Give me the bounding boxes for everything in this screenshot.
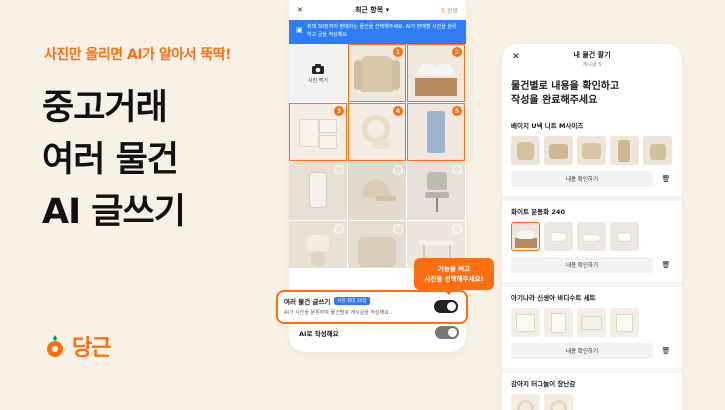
section-divider [502, 368, 682, 373]
camera-tile[interactable]: 사진 찍기 [289, 44, 347, 102]
post-section-bodysuit: 아기나라 신생아 바디수트 세트 내용 확인하기 🗑 [502, 292, 682, 359]
trash-icon[interactable]: 🗑 [659, 171, 673, 187]
close-icon[interactable]: ✕ [297, 6, 303, 14]
thumbnail[interactable] [544, 394, 573, 410]
review-heading: 물건별로 내용을 확인하고 작성을 완료해주세요 [502, 74, 682, 108]
section-divider [502, 196, 682, 201]
tooltip-callout: 기능을 켜고 사진을 선택해주세요! [414, 258, 494, 295]
multi-item-desc: AI가 사진을 분류하여 물건별로 게시글을 작성해요. [284, 310, 391, 316]
photo-limit-chip: 사진 최대 30장 [334, 297, 370, 305]
brand-name: 당근 [72, 336, 111, 361]
thumbnail[interactable] [511, 308, 540, 337]
post-thumbnails [511, 222, 673, 251]
ai-write-toggle[interactable] [435, 326, 459, 339]
photo-tile-bodysuit[interactable]: 3 [289, 103, 347, 161]
headline-line-2: 여러 물건 [42, 140, 179, 180]
review-posts-screen: ✕ 내 물건 팔기 게시글 5 물건별로 내용을 확인하고 작성을 완료해주세요… [502, 44, 682, 410]
info-banner: ▣ 최대 30장까지 판매하는 물건을 선택해주세요. AI가 판매할 사진을 … [289, 20, 466, 44]
picker-header: ✕ 최근 항목 ▾ 5 완료 [289, 0, 466, 20]
headline-line-3: AI 글쓰기 [42, 192, 186, 232]
unselected-circle [452, 165, 462, 175]
confirm-content-button[interactable]: 내용 확인하기 [511, 257, 653, 273]
photo-tile-chair[interactable] [407, 162, 465, 220]
thumbnail[interactable] [544, 308, 573, 337]
selection-badge: 2 [452, 47, 462, 57]
brand-logo: 당근 [44, 330, 111, 362]
photo-tile-sweater[interactable]: 1 [348, 44, 406, 102]
thumbnail[interactable] [511, 394, 540, 410]
confirm-content-button[interactable]: 내용 확인하기 [511, 171, 653, 187]
post-section-tug-toy: 강아지 터그놀이 장난감 [502, 378, 682, 410]
thumbnail[interactable] [577, 136, 606, 165]
unselected-circle [334, 165, 344, 175]
photo-tile-tug-toy[interactable]: 4 [348, 103, 406, 161]
thumbnail[interactable] [544, 222, 573, 251]
done-label: 완료 [446, 7, 458, 15]
tagline: 사진만 올리면 AI가 알아서 뚝딱! [44, 47, 231, 63]
unselected-circle [393, 224, 403, 234]
tooltip-line-1: 기능을 켜고 [437, 265, 471, 273]
tooltip-line-2: 사진을 선택해주세요! [424, 275, 484, 283]
photo-tile-phone[interactable] [289, 162, 347, 220]
done-count: 5 [441, 7, 446, 15]
thumbnail[interactable] [610, 222, 639, 251]
headline: 중고거래 여러 물건 AI 글쓰기 [42, 82, 186, 238]
camera-label: 사진 찍기 [308, 77, 328, 84]
review-heading-line-1: 물건별로 내용을 확인하고 [511, 81, 620, 92]
post-thumbnails [511, 136, 673, 165]
thumbnail[interactable] [577, 308, 606, 337]
photo-tile-jeans[interactable]: 5 [407, 103, 465, 161]
selection-badge: 5 [452, 106, 462, 116]
trash-icon[interactable]: 🗑 [659, 257, 673, 273]
photo-grid: 사진 찍기 1 2 3 4 5 [289, 44, 466, 279]
camera-icon [312, 63, 324, 74]
multi-item-toggle[interactable] [434, 300, 458, 313]
thumbnail[interactable] [610, 136, 639, 165]
screen-title: 내 물건 팔기 [573, 51, 611, 59]
thumbnail[interactable] [544, 136, 573, 165]
section-divider [502, 282, 682, 287]
banner-text: 최대 30장까지 판매하는 물건을 선택해주세요. AI가 판매할 사진을 분류… [307, 24, 457, 38]
chevron-down-icon: ▾ [385, 6, 390, 14]
screen-subtitle: 게시글 5 [582, 62, 602, 68]
thumbnail[interactable] [511, 136, 540, 165]
review-heading-line-2: 작성을 완료해주세요 [511, 95, 598, 106]
post-title: 화이트 운동화 240 [511, 208, 565, 216]
thumbnail[interactable] [577, 222, 606, 251]
selection-badge: 4 [393, 106, 403, 116]
selection-badge: 1 [393, 47, 403, 57]
photos-icon: ▣ [296, 26, 303, 34]
album-selector[interactable]: 최근 항목 ▾ [355, 5, 389, 15]
photo-tile-sneakers[interactable]: 2 [407, 44, 465, 102]
review-header: ✕ 내 물건 팔기 게시글 5 [502, 44, 682, 74]
album-title: 최근 항목 [354, 6, 384, 14]
unselected-circle [393, 165, 403, 175]
confirm-content-button[interactable]: 내용 확인하기 [511, 343, 653, 359]
multi-item-title: 여러 물건 글쓰기 [284, 298, 331, 306]
multi-item-toggle-card: 여러 물건 글쓰기 사진 최대 30장 AI가 사진을 분류하여 물건별로 게시… [276, 290, 468, 324]
selection-badge: 3 [334, 106, 344, 116]
post-thumbnails [511, 394, 673, 410]
close-icon[interactable]: ✕ [512, 52, 520, 62]
trash-icon[interactable]: 🗑 [659, 343, 673, 359]
ai-write-label: AI로 작성해요 [299, 330, 339, 338]
post-title: 강아지 터그놀이 장난감 [511, 380, 576, 388]
post-title: 아기나라 신생아 바디수트 세트 [511, 294, 596, 302]
thumbnail[interactable] [610, 308, 639, 337]
thumbnail[interactable] [643, 136, 672, 165]
carrot-icon [47, 335, 63, 357]
thumbnail[interactable] [511, 222, 540, 251]
post-title: 베이지 U넥 니트 M사이즈 [511, 122, 584, 130]
unselected-circle [334, 224, 344, 234]
post-section-knit: 베이지 U넥 니트 M사이즈 내용 확인하기 🗑 [502, 120, 682, 187]
headline-line-1: 중고거래 [42, 88, 168, 128]
photo-tile-cap[interactable] [348, 162, 406, 220]
unselected-circle [452, 224, 462, 234]
post-section-sneakers: 화이트 운동화 240 내용 확인하기 🗑 [502, 206, 682, 273]
post-thumbnails [511, 308, 673, 337]
done-button[interactable]: 5 완료 [441, 6, 458, 15]
